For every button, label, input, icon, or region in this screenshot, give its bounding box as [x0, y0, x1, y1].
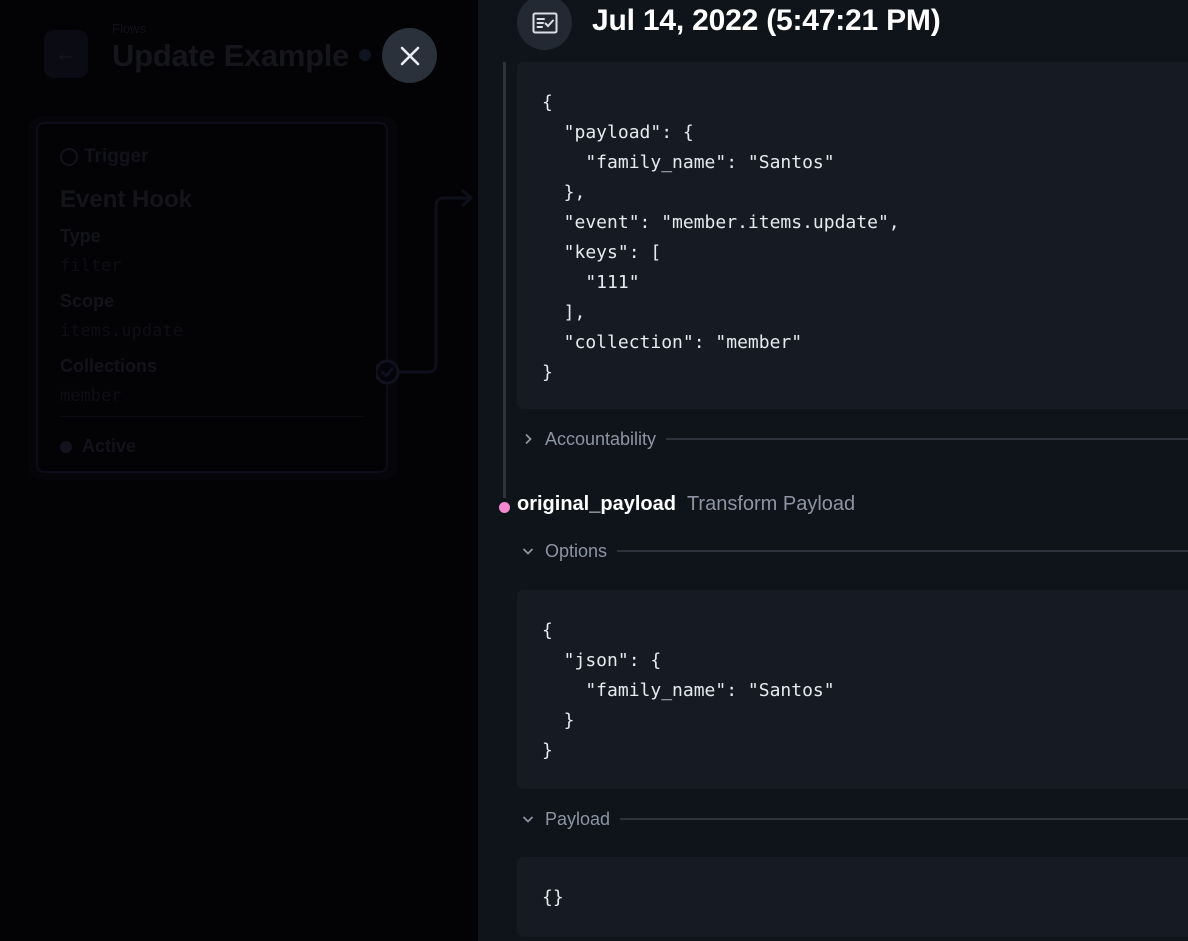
- operation-type: Transform Payload: [686, 493, 856, 515]
- close-button[interactable]: [382, 28, 437, 83]
- accountability-label: Accountability: [545, 428, 657, 449]
- trigger-icon: [60, 148, 78, 166]
- payload-label: Payload: [545, 808, 611, 829]
- status-badge: Active: [60, 436, 136, 457]
- chevron-down-icon: [520, 811, 536, 827]
- checklist-icon: [532, 12, 557, 33]
- scope-value: items.update: [60, 321, 183, 341]
- options-label: Options: [545, 540, 608, 561]
- payload-code: {}: [517, 857, 1188, 937]
- trigger-header: Trigger: [60, 146, 148, 168]
- type-label: Type: [60, 226, 101, 246]
- type-value: filter: [60, 256, 122, 276]
- trigger-name: Event Hook: [60, 186, 193, 213]
- status-label: Active: [82, 436, 137, 456]
- options-code: { "json": { "family_name": "Santos" } }: [517, 590, 1188, 789]
- flow-editor-background: ← Flows Update Example Trigger Event Hoo…: [0, 0, 478, 941]
- back-button[interactable]: ←: [44, 30, 88, 78]
- drawer-title: Jul 14, 2022 (5:47:21 PM): [592, 4, 941, 37]
- section-divider: [617, 550, 1188, 552]
- breadcrumb[interactable]: Flows: [112, 21, 146, 36]
- check-circle-icon[interactable]: [376, 359, 400, 385]
- log-detail-drawer: Jul 14, 2022 (5:47:21 PM) { "payload": {…: [478, 0, 1188, 941]
- operation-dot: [499, 502, 510, 513]
- trigger-header-label: Trigger: [84, 146, 149, 167]
- connector-line: [376, 188, 474, 385]
- operation-header: original_payload Transform Payload: [517, 493, 855, 516]
- flow-status-dot: [359, 49, 371, 61]
- chevron-down-icon: [520, 543, 536, 559]
- chevron-right-icon: [520, 431, 536, 447]
- card-divider: [60, 416, 364, 417]
- arrow-left-icon: ←: [54, 40, 78, 67]
- trigger-card[interactable]: Trigger Event Hook Type filter Scope ite…: [36, 122, 388, 473]
- payload-section-toggle[interactable]: Payload: [520, 807, 1188, 831]
- operation-key: original_payload: [517, 493, 676, 515]
- collections-label: Collections: [60, 356, 158, 376]
- accountability-section-toggle[interactable]: Accountability: [520, 427, 1188, 451]
- collections-value: member: [60, 386, 122, 406]
- section-divider: [666, 438, 1188, 440]
- trigger-payload-code: { "payload": { "family_name": "Santos" }…: [517, 62, 1188, 409]
- close-icon: [400, 46, 419, 65]
- status-dot: [60, 440, 72, 453]
- scope-label: Scope: [60, 291, 115, 311]
- section-divider: [620, 818, 1188, 820]
- header-icon-badge: [517, 0, 572, 50]
- timeline-line: [503, 62, 506, 498]
- options-section-toggle[interactable]: Options: [520, 539, 1188, 563]
- flow-title: Update Example: [112, 38, 349, 73]
